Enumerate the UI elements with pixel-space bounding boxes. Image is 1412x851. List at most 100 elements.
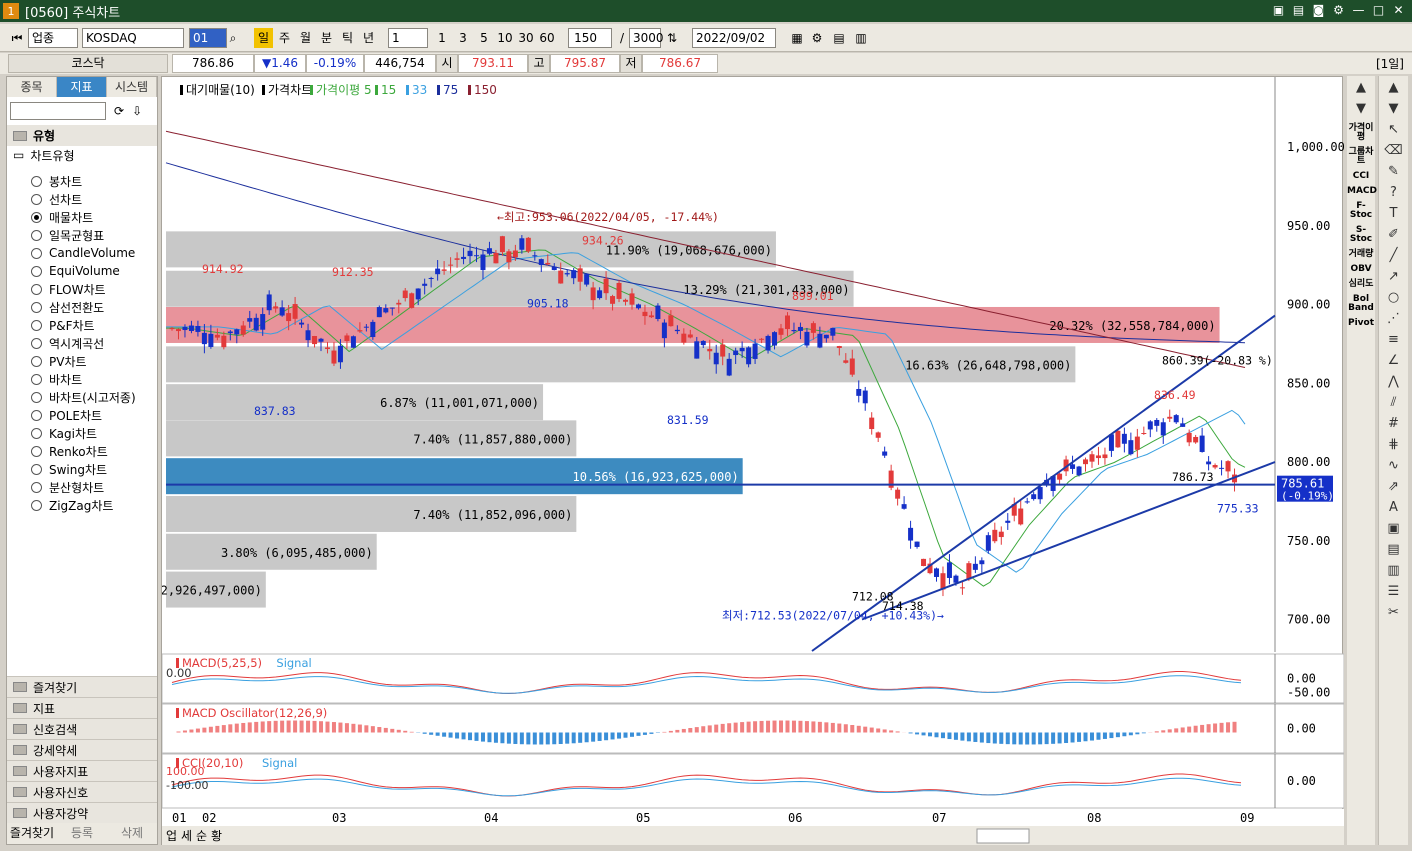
radio-icon[interactable]	[31, 301, 42, 313]
sidebar-section[interactable]: 사용자지표	[7, 760, 157, 781]
search-icon[interactable]: ⌕	[224, 28, 242, 48]
bottom-tab[interactable]: 황	[211, 829, 222, 843]
code-select[interactable]: KOSDAQ	[82, 28, 184, 48]
lines-icon[interactable]: ⫽	[1384, 394, 1404, 412]
period-button[interactable]: 주	[275, 28, 294, 48]
legend-label[interactable]: 가격이평 5	[316, 83, 372, 97]
list-icon[interactable]: ☰	[1384, 583, 1404, 601]
radio-icon[interactable]	[31, 265, 42, 277]
indicator-button[interactable]: S-Stoc	[1347, 226, 1375, 244]
settings-icon[interactable]: ⇅	[663, 28, 681, 48]
chart-type-option[interactable]: 삼선전환도	[7, 298, 157, 316]
angle-icon[interactable]: ∠	[1384, 352, 1404, 370]
chart-type-option[interactable]: CandleVolume	[7, 244, 157, 262]
chart-type-option[interactable]: 역시계곡선	[7, 334, 157, 352]
chart-type-option[interactable]: EquiVolume	[7, 262, 157, 280]
indicator-button[interactable]: 그룹차트	[1347, 148, 1375, 166]
chart-type-option[interactable]: 분산형차트	[7, 478, 157, 496]
chart-type-option[interactable]: ZigZag차트	[7, 496, 157, 514]
download-icon[interactable]: ⇩	[132, 104, 142, 118]
chart-icon[interactable]: ▦	[788, 28, 806, 48]
count-select[interactable]: 1	[388, 28, 428, 48]
minimize-icon[interactable]: —	[1351, 3, 1366, 18]
gear-icon[interactable]: ⚙	[1331, 3, 1346, 18]
chart-type-option[interactable]: Swing차트	[7, 460, 157, 478]
indicator-button[interactable]: 심리도	[1347, 280, 1375, 289]
radio-icon[interactable]	[31, 373, 42, 385]
sidebar-section[interactable]: 사용자강약	[7, 802, 157, 823]
bottom-tab[interactable]: 삭제	[107, 823, 157, 844]
line-icon[interactable]: ╱	[1384, 247, 1404, 265]
period-button[interactable]: 틱	[338, 28, 357, 48]
legend-label[interactable]: 15	[381, 83, 396, 97]
chart-type-tree[interactable]: ▭ 차트유형	[7, 146, 157, 164]
sidebar-section[interactable]: 사용자신호	[7, 781, 157, 802]
radio-icon[interactable]	[31, 445, 42, 457]
radio-icon[interactable]	[31, 193, 42, 205]
minute-button[interactable]: 3	[453, 28, 473, 48]
radio-icon[interactable]	[31, 499, 42, 511]
legend-label[interactable]: 150	[474, 83, 497, 97]
legend-label[interactable]: 대기매물(10)	[186, 83, 255, 97]
config-icon[interactable]: ⚙	[808, 28, 826, 48]
period-button[interactable]: 월	[296, 28, 315, 48]
radio-icon[interactable]	[31, 175, 42, 187]
sidebar-section[interactable]: 지표	[7, 697, 157, 718]
grid-icon[interactable]: #	[1384, 415, 1404, 433]
chart-type-option[interactable]: 바차트	[7, 370, 157, 388]
auto-icon[interactable]: A	[1384, 499, 1404, 517]
radio-icon[interactable]	[31, 229, 42, 241]
radio-icon[interactable]	[31, 283, 42, 295]
indicator-button[interactable]: 거래량	[1347, 250, 1375, 259]
circle-icon[interactable]: ○	[1384, 289, 1404, 307]
code-input[interactable]: 01	[189, 28, 227, 48]
bars-input[interactable]: 150	[568, 28, 612, 48]
doc-icon[interactable]: ▤	[1384, 541, 1404, 559]
tool-icon[interactable]: ✂	[1384, 604, 1404, 622]
pen-icon[interactable]: ✐	[1384, 226, 1404, 244]
help-icon[interactable]: ?	[1384, 184, 1404, 202]
indicator-button[interactable]: MACD	[1347, 187, 1377, 196]
indicator-button[interactable]: F-Stoc	[1347, 202, 1375, 220]
wave-icon[interactable]: ∿	[1384, 457, 1404, 475]
indicator-button[interactable]: 가격이평	[1347, 124, 1375, 142]
window-icon[interactable]: ▣	[1384, 520, 1404, 538]
fib-icon[interactable]: ⋰	[1384, 310, 1404, 328]
total-input[interactable]: 3000	[629, 28, 664, 48]
bottom-tab[interactable]: 등록	[57, 823, 107, 844]
indicator-button[interactable]: Bol Band	[1347, 295, 1375, 313]
arrow-line-icon[interactable]: ↗	[1384, 268, 1404, 286]
chart-type-option[interactable]: Renko차트	[7, 442, 157, 460]
down-arrow-icon[interactable]: ▼	[1351, 100, 1371, 118]
gann-icon[interactable]: ⋕	[1384, 436, 1404, 454]
radio-icon[interactable]	[31, 355, 42, 367]
radio-icon[interactable]	[31, 391, 42, 403]
radio-icon[interactable]	[31, 319, 42, 331]
chart-svg[interactable]: 11.90% (19,068,676,000)13.29% (21,301,43…	[110, 77, 1345, 846]
chart-type-option[interactable]: FLOW차트	[7, 280, 157, 298]
chart-type-option[interactable]: POLE차트	[7, 406, 157, 424]
delete-all-icon[interactable]: ✎	[1384, 163, 1404, 181]
up-arrow-icon[interactable]: ▲	[1351, 79, 1371, 97]
chart-type-option[interactable]: 매물차트	[7, 208, 157, 226]
minute-button[interactable]: 30	[516, 28, 536, 48]
save-icon[interactable]: ▤	[1291, 3, 1306, 18]
chart-type-option[interactable]: PV차트	[7, 352, 157, 370]
scrollbar[interactable]	[976, 828, 1030, 844]
text-icon[interactable]: T	[1384, 205, 1404, 223]
legend-label[interactable]: 75	[443, 83, 458, 97]
chart-type-option[interactable]: 선차트	[7, 190, 157, 208]
indicator-button[interactable]: CCI	[1347, 172, 1375, 181]
prev-icon[interactable]: ⏮	[8, 28, 26, 48]
period-button[interactable]: 일	[254, 28, 273, 48]
sidebar-section[interactable]: 즐겨찾기	[7, 676, 157, 697]
date-select[interactable]: 2022/09/02	[692, 28, 776, 48]
bottom-tab[interactable]: 즐겨찾기	[7, 823, 57, 844]
chart-type-option[interactable]: 봉차트	[7, 172, 157, 190]
minute-button[interactable]: 60	[537, 28, 557, 48]
left-tab[interactable]: 시스템	[107, 77, 157, 97]
radio-icon[interactable]	[31, 481, 42, 493]
chart-type-option[interactable]: P&F차트	[7, 316, 157, 334]
save-icon[interactable]: ▤	[830, 28, 848, 48]
radio-icon[interactable]	[31, 247, 42, 259]
